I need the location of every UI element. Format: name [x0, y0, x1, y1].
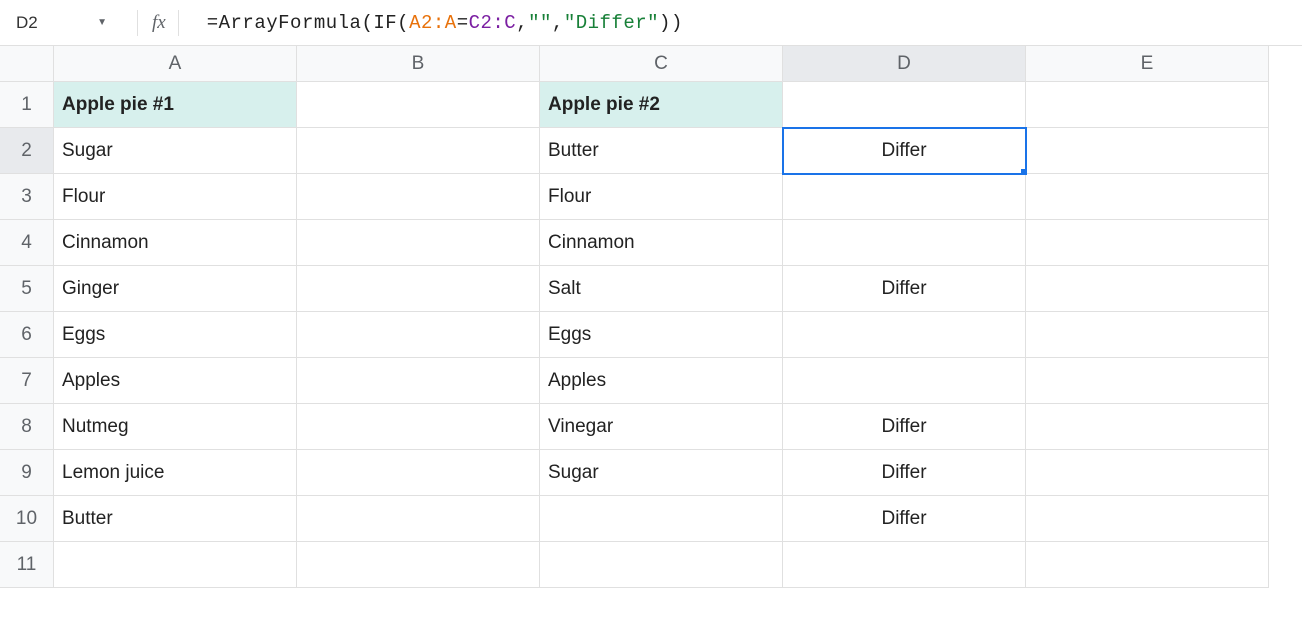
row-header[interactable]: 11: [0, 542, 54, 588]
row-header[interactable]: 8: [0, 404, 54, 450]
cell[interactable]: Apple pie #2: [540, 82, 783, 128]
column-header[interactable]: C: [540, 46, 783, 82]
cell[interactable]: Butter: [54, 496, 297, 542]
divider: [137, 10, 138, 36]
cell[interactable]: [540, 496, 783, 542]
row-header[interactable]: 1: [0, 82, 54, 128]
cell[interactable]: Eggs: [540, 312, 783, 358]
cell[interactable]: [1026, 82, 1269, 128]
row-header[interactable]: 10: [0, 496, 54, 542]
row-header[interactable]: 4: [0, 220, 54, 266]
cell[interactable]: [1026, 542, 1269, 588]
row-header[interactable]: 9: [0, 450, 54, 496]
cell[interactable]: [1026, 266, 1269, 312]
cell[interactable]: Apple pie #1: [54, 82, 297, 128]
cell[interactable]: Sugar: [54, 128, 297, 174]
cell[interactable]: Differ: [783, 496, 1026, 542]
cell[interactable]: [1026, 312, 1269, 358]
cell[interactable]: Flour: [540, 174, 783, 220]
cell[interactable]: [297, 82, 540, 128]
cell[interactable]: Eggs: [54, 312, 297, 358]
fx-icon: fx: [152, 12, 166, 34]
cell[interactable]: [1026, 174, 1269, 220]
cell[interactable]: Apples: [540, 358, 783, 404]
cell[interactable]: [783, 174, 1026, 220]
cell[interactable]: Vinegar: [540, 404, 783, 450]
cell[interactable]: Butter: [540, 128, 783, 174]
cell[interactable]: [297, 312, 540, 358]
cell[interactable]: Lemon juice: [54, 450, 297, 496]
name-box[interactable]: D2 ▼: [8, 9, 123, 37]
row-header[interactable]: 3: [0, 174, 54, 220]
cell[interactable]: [297, 404, 540, 450]
cell[interactable]: Sugar: [540, 450, 783, 496]
cell[interactable]: [1026, 404, 1269, 450]
cell[interactable]: [783, 82, 1026, 128]
cell[interactable]: Flour: [54, 174, 297, 220]
cell[interactable]: [540, 542, 783, 588]
cell[interactable]: [783, 358, 1026, 404]
cell[interactable]: Differ: [783, 266, 1026, 312]
formula-input[interactable]: =ArrayFormula(IF(A2:A=C2:C,"","Differ")): [191, 12, 1302, 34]
cell[interactable]: Cinnamon: [540, 220, 783, 266]
cell[interactable]: Cinnamon: [54, 220, 297, 266]
cell[interactable]: [1026, 220, 1269, 266]
chevron-down-icon[interactable]: ▼: [97, 17, 107, 28]
select-all-corner[interactable]: [0, 46, 54, 82]
row-header[interactable]: 7: [0, 358, 54, 404]
cell[interactable]: [297, 174, 540, 220]
spreadsheet-grid[interactable]: ABCDE1Apple pie #1Apple pie #22SugarButt…: [0, 46, 1302, 588]
cell[interactable]: [1026, 450, 1269, 496]
formula-bar: D2 ▼ fx =ArrayFormula(IF(A2:A=C2:C,"","D…: [0, 0, 1302, 46]
name-box-value: D2: [16, 13, 38, 33]
cell[interactable]: Salt: [540, 266, 783, 312]
cell[interactable]: Apples: [54, 358, 297, 404]
cell[interactable]: [297, 220, 540, 266]
cell[interactable]: Nutmeg: [54, 404, 297, 450]
cell[interactable]: [297, 450, 540, 496]
cell[interactable]: [297, 128, 540, 174]
cell[interactable]: Differ: [783, 128, 1026, 174]
cell[interactable]: Differ: [783, 404, 1026, 450]
cell[interactable]: [297, 266, 540, 312]
column-header[interactable]: B: [297, 46, 540, 82]
cell[interactable]: [1026, 496, 1269, 542]
cell[interactable]: [54, 542, 297, 588]
cell[interactable]: [783, 542, 1026, 588]
column-header[interactable]: D: [783, 46, 1026, 82]
cell[interactable]: [297, 542, 540, 588]
row-header[interactable]: 6: [0, 312, 54, 358]
cell[interactable]: [783, 312, 1026, 358]
cell[interactable]: [783, 220, 1026, 266]
cell[interactable]: [1026, 128, 1269, 174]
cell[interactable]: [297, 496, 540, 542]
cell[interactable]: [1026, 358, 1269, 404]
divider: [178, 10, 179, 36]
column-header[interactable]: A: [54, 46, 297, 82]
cell[interactable]: Differ: [783, 450, 1026, 496]
cell[interactable]: Ginger: [54, 266, 297, 312]
row-header[interactable]: 5: [0, 266, 54, 312]
column-header[interactable]: E: [1026, 46, 1269, 82]
cell[interactable]: [297, 358, 540, 404]
row-header[interactable]: 2: [0, 128, 54, 174]
